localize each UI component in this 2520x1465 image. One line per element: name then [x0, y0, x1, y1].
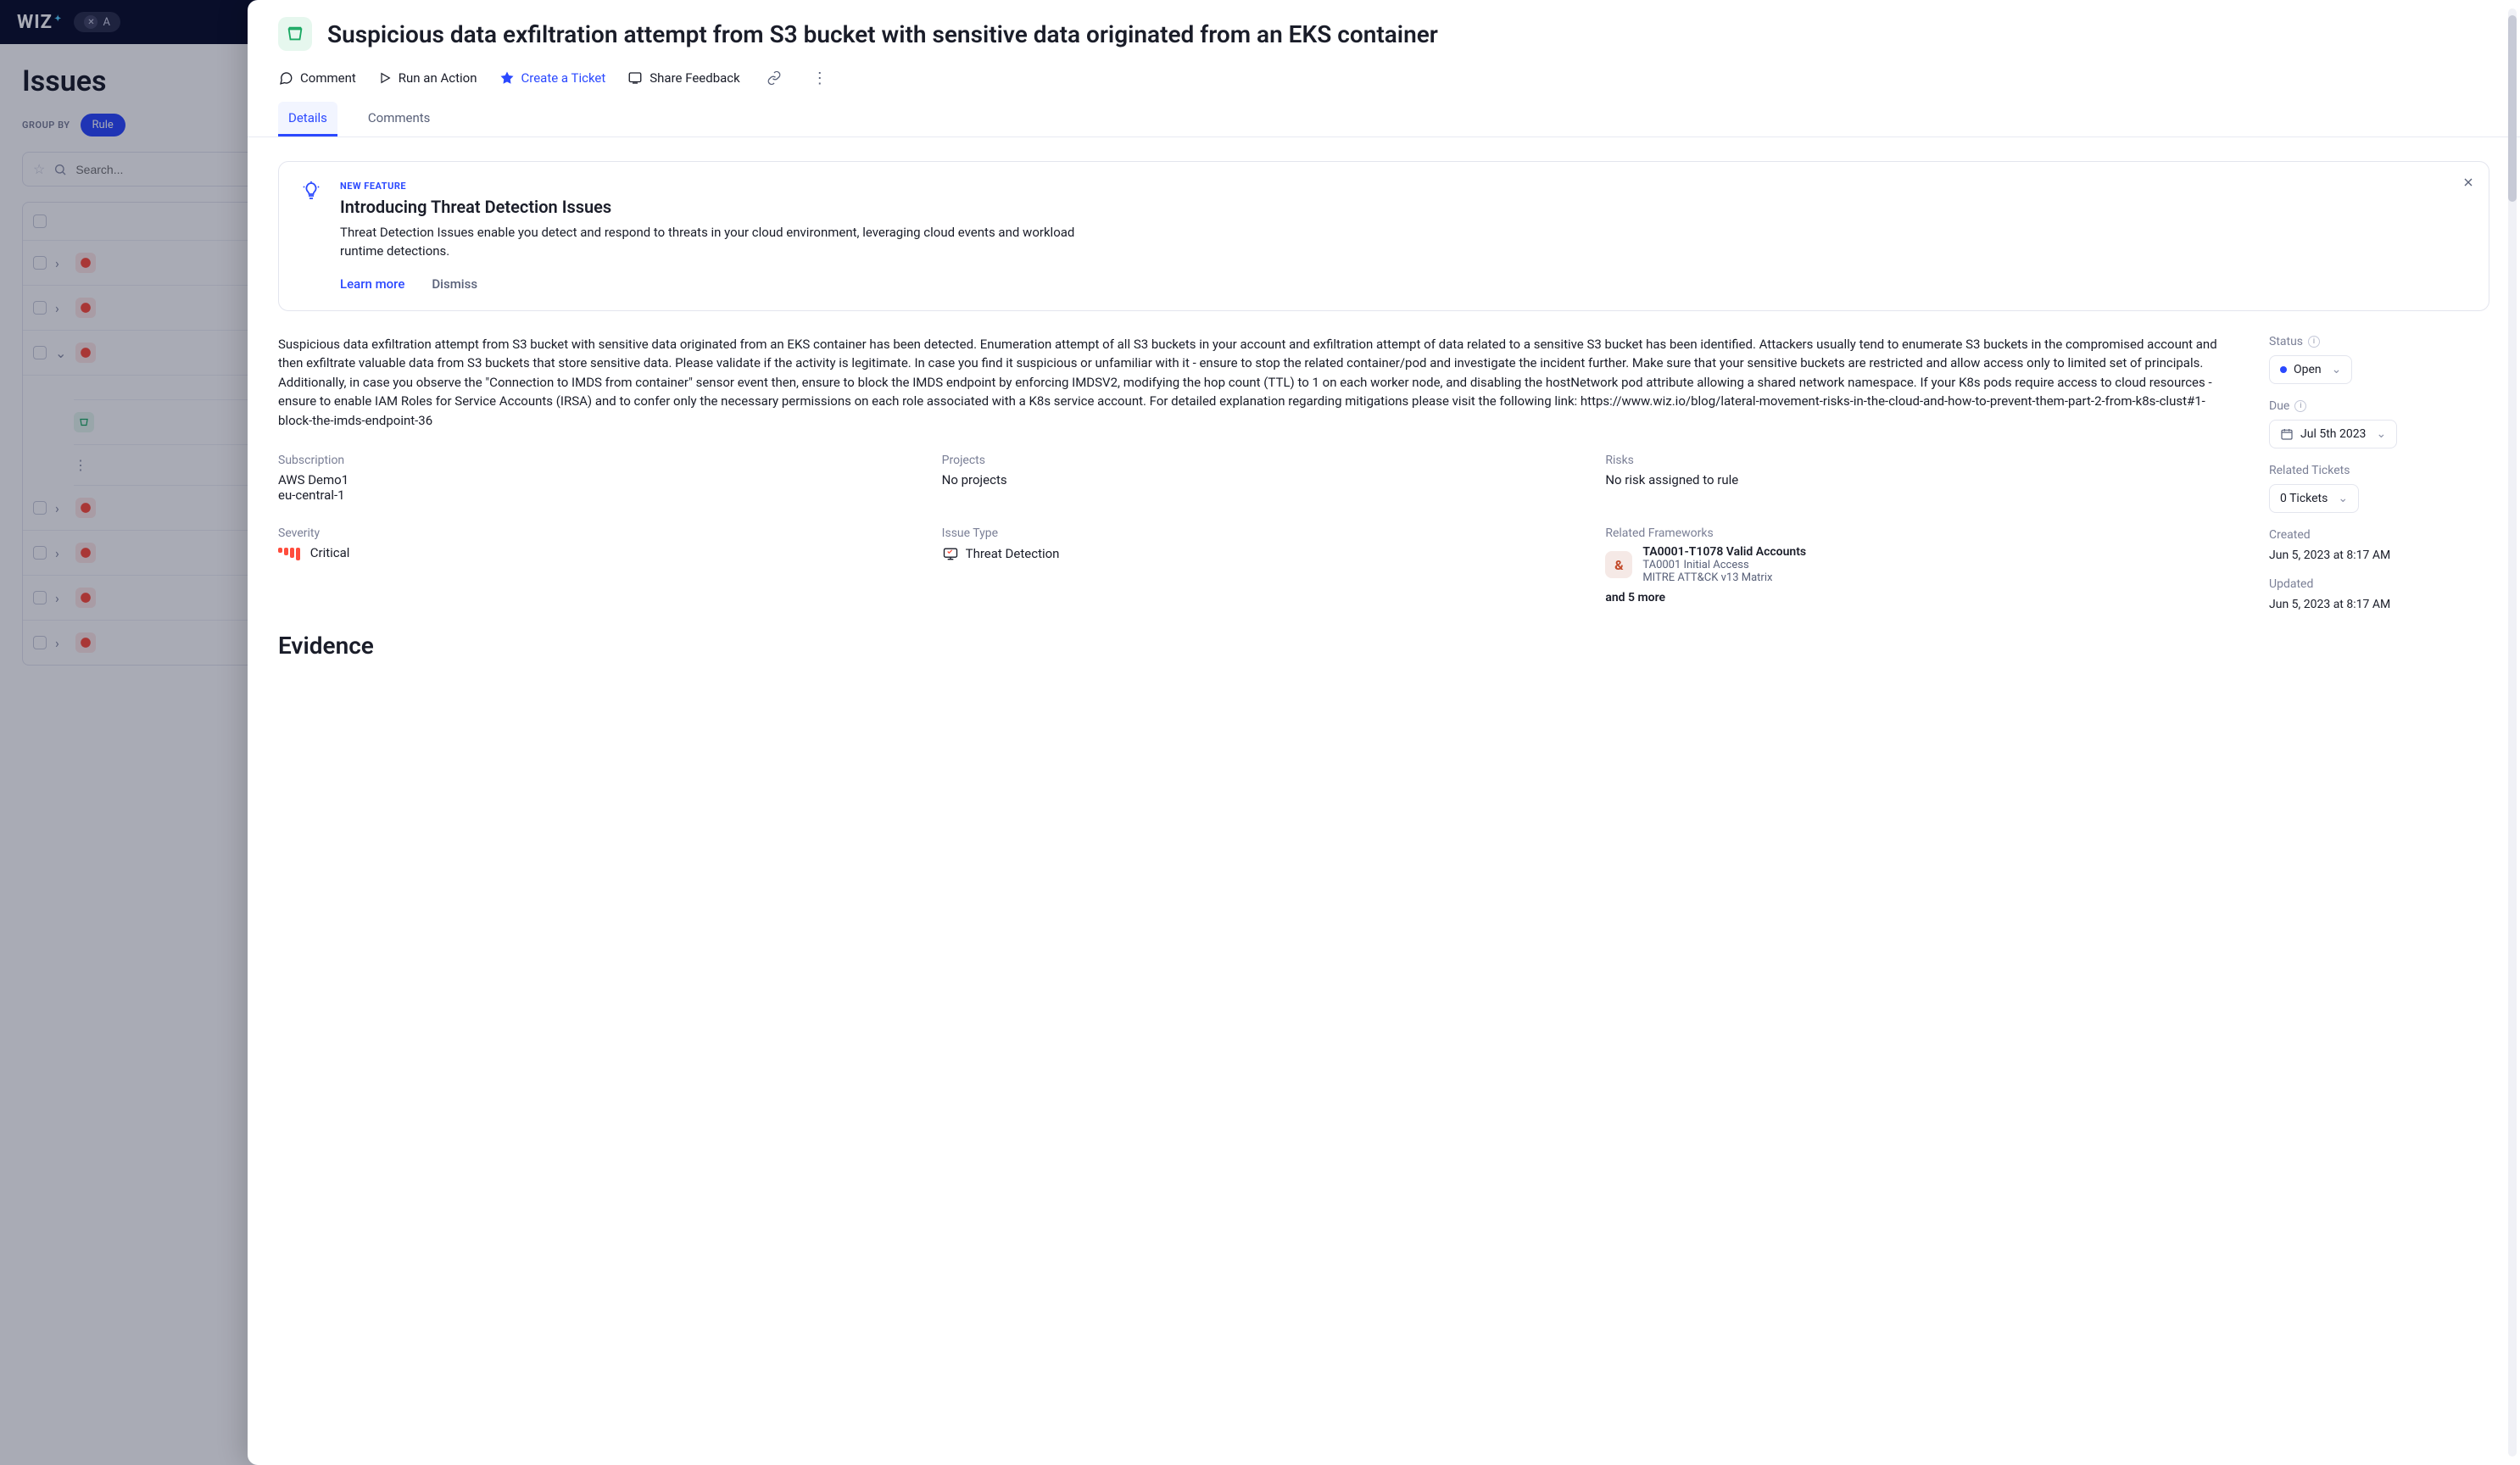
panel-title: Suspicious data exfiltration attempt fro… [327, 20, 1438, 48]
issue-detail-panel: Suspicious data exfiltration attempt fro… [248, 0, 2520, 1465]
tickets-select[interactable]: 0 Tickets ⌄ [2269, 484, 2359, 513]
info-icon[interactable]: i [2308, 336, 2320, 348]
updated-value: Jun 5, 2023 at 8:17 AM [2269, 598, 2489, 611]
framework-icon: & [1605, 551, 1632, 578]
run-action-button[interactable]: Run an Action [378, 70, 477, 86]
feature-title: Introducing Threat Detection Issues [340, 197, 1103, 217]
severity-label: Severity [278, 526, 908, 540]
comment-icon [278, 70, 293, 86]
evidence-heading: Evidence [278, 632, 2235, 660]
more-button[interactable]: ⋮ [808, 66, 832, 90]
severity-value: Critical [278, 545, 908, 560]
ticket-icon [499, 70, 515, 86]
framework-item[interactable]: & TA0001-T1078 Valid Accounts TA0001 Ini… [1605, 545, 2235, 584]
close-icon [2461, 175, 2475, 189]
framework-title: TA0001-T1078 Valid Accounts [1642, 545, 1806, 559]
framework-sub1: TA0001 Initial Access [1642, 559, 1806, 571]
close-button[interactable] [2461, 175, 2475, 189]
link-icon [767, 70, 782, 86]
threat-icon [942, 545, 959, 562]
play-icon [378, 71, 392, 85]
share-feedback-button[interactable]: Share Feedback [627, 70, 740, 86]
due-select[interactable]: Jul 5th 2023 ⌄ [2269, 420, 2397, 448]
tab-details[interactable]: Details [278, 102, 337, 136]
lightbulb-icon [301, 181, 325, 292]
subscription-value: AWS Demo1 [278, 472, 908, 487]
feature-callout: NEW FEATURE Introducing Threat Detection… [278, 161, 2489, 311]
projects-label: Projects [942, 454, 1572, 467]
frameworks-label: Related Frameworks [1605, 526, 2235, 540]
risks-label: Risks [1605, 454, 2235, 467]
updated-label: Updated [2269, 577, 2489, 591]
due-label: Due i [2269, 399, 2489, 413]
subscription-label: Subscription [278, 454, 908, 467]
link-button[interactable] [762, 66, 786, 90]
framework-sub2: MITRE ATT&CK v13 Matrix [1642, 571, 1806, 584]
tickets-label: Related Tickets [2269, 464, 2489, 477]
status-select[interactable]: Open ⌄ [2269, 355, 2352, 384]
calendar-icon [2280, 427, 2294, 441]
scrollbar-track[interactable] [2508, 8, 2517, 1457]
info-icon[interactable]: i [2294, 400, 2306, 412]
issue-description: Suspicious data exfiltration attempt fro… [278, 335, 2235, 431]
type-label: Issue Type [942, 526, 1572, 540]
subscription-region: eu-central-1 [278, 487, 908, 503]
feedback-icon [627, 70, 643, 86]
learn-more-link[interactable]: Learn more [340, 276, 404, 292]
chevron-down-icon: ⌄ [2338, 492, 2348, 505]
comment-button[interactable]: Comment [278, 70, 356, 86]
status-dot-icon [2280, 366, 2287, 373]
tabs: Details Comments [248, 102, 2520, 137]
created-label: Created [2269, 528, 2489, 542]
feature-description: Threat Detection Issues enable you detec… [340, 224, 1103, 261]
dismiss-button[interactable]: Dismiss [432, 276, 477, 292]
status-label: Status i [2269, 335, 2489, 348]
created-value: Jun 5, 2023 at 8:17 AM [2269, 549, 2489, 562]
chevron-down-icon: ⌄ [2332, 363, 2342, 376]
projects-value: No projects [942, 472, 1572, 487]
and-more-link[interactable]: and 5 more [1605, 591, 2235, 604]
scrollbar-thumb[interactable] [2508, 15, 2517, 202]
severity-bars-icon [278, 548, 300, 560]
risks-value: No risk assigned to rule [1605, 472, 2235, 487]
more-icon: ⋮ [812, 70, 828, 87]
type-value: Threat Detection [942, 545, 1572, 562]
tab-comments[interactable]: Comments [358, 102, 441, 136]
new-feature-badge: NEW FEATURE [340, 181, 1103, 192]
chevron-down-icon: ⌄ [2376, 427, 2386, 441]
bucket-icon [278, 17, 312, 51]
create-ticket-button[interactable]: Create a Ticket [499, 70, 606, 86]
action-bar: Comment Run an Action Create a Ticket Sh… [278, 63, 2489, 102]
